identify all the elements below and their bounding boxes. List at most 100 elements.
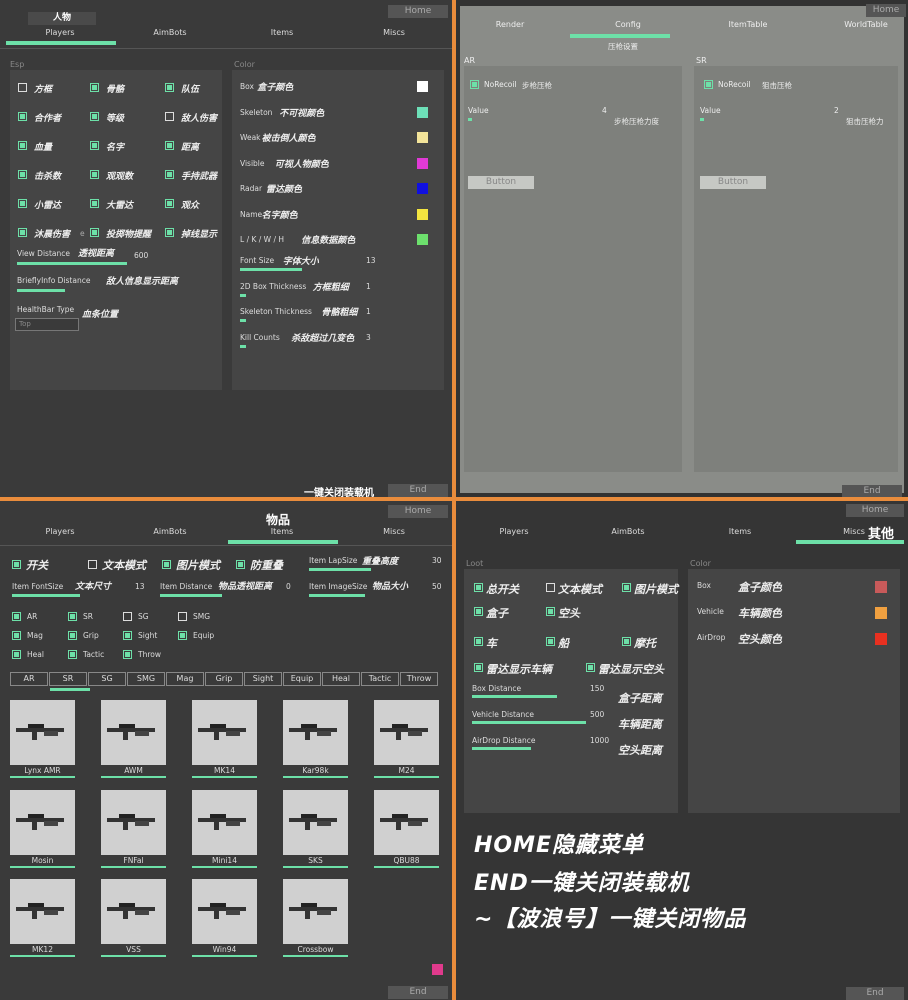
category-tab[interactable]: Sight — [244, 672, 282, 686]
home-button[interactable]: Home — [866, 4, 906, 17]
tab-itemtable[interactable]: ItemTable — [718, 20, 778, 29]
category-tab[interactable]: Mag — [166, 672, 204, 686]
accent-swatch[interactable] — [432, 964, 443, 975]
end-button[interactable]: End — [846, 987, 904, 1000]
imagesize-slider[interactable] — [309, 594, 365, 597]
weapon-enable-bar[interactable] — [374, 776, 439, 778]
esp-checkbox[interactable] — [18, 170, 27, 179]
color-swatch[interactable] — [875, 581, 887, 593]
category-checkbox[interactable] — [178, 631, 187, 640]
weapon-enable-bar[interactable] — [101, 776, 166, 778]
weapon-card[interactable] — [192, 700, 257, 765]
weapon-card[interactable] — [283, 879, 348, 944]
weapon-enable-bar[interactable] — [10, 866, 75, 868]
esp-checkbox[interactable] — [165, 83, 174, 92]
esp-checkbox[interactable] — [165, 112, 174, 121]
weapon-card[interactable] — [374, 700, 439, 765]
color-swatch[interactable] — [417, 132, 428, 143]
esp-checkbox[interactable] — [90, 141, 99, 150]
esp-checkbox[interactable] — [90, 170, 99, 179]
mode-checkbox[interactable] — [12, 560, 21, 569]
tab-players[interactable]: Players — [38, 527, 82, 536]
color-swatch[interactable] — [417, 208, 428, 220]
mode-checkbox[interactable] — [162, 560, 171, 569]
category-checkbox[interactable] — [12, 631, 21, 640]
esp-checkbox[interactable] — [18, 83, 27, 92]
esp-checkbox[interactable] — [18, 112, 27, 121]
loot-checkbox[interactable] — [586, 663, 595, 672]
color-swatch[interactable] — [875, 607, 887, 619]
briefly-distance-slider[interactable] — [17, 289, 65, 292]
color-swatch[interactable] — [417, 234, 428, 245]
esp-checkbox[interactable] — [165, 170, 174, 179]
weapon-card[interactable] — [283, 790, 348, 855]
esp-checkbox[interactable] — [90, 228, 99, 237]
tab-aimbots[interactable]: AimBots — [148, 28, 192, 37]
distance-slider[interactable] — [472, 695, 557, 698]
tab-players[interactable]: Players — [492, 527, 536, 536]
weapon-enable-bar[interactable] — [10, 955, 75, 957]
weapon-enable-bar[interactable] — [374, 866, 439, 868]
loot-checkbox[interactable] — [474, 583, 483, 592]
category-checkbox[interactable] — [123, 612, 132, 621]
tab-config[interactable]: Config — [606, 20, 650, 29]
weapon-card[interactable] — [101, 879, 166, 944]
color-swatch[interactable] — [417, 157, 428, 169]
tab-miscs[interactable]: Miscs — [372, 28, 416, 37]
ar-value-slider[interactable] — [468, 118, 472, 121]
weapon-enable-bar[interactable] — [283, 776, 348, 778]
weapon-card[interactable] — [192, 790, 257, 855]
weapon-card[interactable] — [10, 879, 75, 944]
distance-slider[interactable] — [472, 721, 586, 724]
tab-aimbots[interactable]: AimBots — [148, 527, 192, 536]
home-button[interactable]: Home — [388, 505, 448, 518]
category-tab[interactable]: SG — [88, 672, 126, 686]
ar-norecoil-checkbox[interactable] — [470, 80, 479, 89]
ar-button[interactable]: Button — [468, 176, 534, 189]
category-tab[interactable]: AR — [10, 672, 48, 686]
tab-worldtable[interactable]: WorldTable — [836, 20, 896, 29]
distance-slider[interactable] — [160, 594, 222, 597]
esp-checkbox[interactable] — [18, 141, 27, 150]
esp-checkbox[interactable] — [90, 112, 99, 121]
tab-miscs[interactable]: Miscs — [372, 527, 416, 536]
category-tab[interactable]: SMG — [127, 672, 165, 686]
end-button[interactable]: End — [388, 986, 448, 999]
loot-checkbox[interactable] — [546, 637, 555, 646]
weapon-card[interactable] — [374, 790, 439, 855]
tab-items[interactable]: Items — [260, 527, 304, 536]
category-tab[interactable]: Heal — [322, 672, 360, 686]
weapon-card[interactable] — [101, 790, 166, 855]
home-button[interactable]: Home — [388, 5, 448, 18]
esp-checkbox[interactable] — [165, 228, 174, 237]
category-checkbox[interactable] — [12, 612, 21, 621]
tab-render[interactable]: Render — [488, 20, 532, 29]
esp-checkbox[interactable] — [90, 199, 99, 208]
color-swatch[interactable] — [417, 106, 428, 118]
esp-checkbox[interactable] — [90, 83, 99, 92]
category-checkbox[interactable] — [123, 631, 132, 640]
view-distance-slider[interactable] — [17, 262, 127, 265]
mode-checkbox[interactable] — [88, 560, 97, 569]
sr-norecoil-checkbox[interactable] — [704, 80, 713, 89]
loot-checkbox[interactable] — [622, 583, 631, 592]
weapon-enable-bar[interactable] — [101, 955, 166, 957]
weapon-card[interactable] — [101, 700, 166, 765]
color-swatch[interactable] — [417, 81, 428, 92]
slider-track[interactable] — [240, 344, 246, 348]
weapon-enable-bar[interactable] — [192, 866, 257, 868]
weapon-enable-bar[interactable] — [192, 955, 257, 957]
loot-checkbox[interactable] — [622, 637, 631, 646]
category-checkbox[interactable] — [178, 612, 187, 621]
weapon-enable-bar[interactable] — [283, 866, 348, 868]
distance-slider[interactable] — [472, 747, 531, 750]
weapon-card[interactable] — [283, 700, 348, 765]
tab-items[interactable]: Items — [260, 28, 304, 37]
loot-checkbox[interactable] — [474, 663, 483, 672]
category-checkbox[interactable] — [68, 650, 77, 659]
sr-button[interactable]: Button — [700, 176, 766, 189]
slider-track[interactable] — [240, 268, 302, 271]
esp-checkbox[interactable] — [18, 228, 27, 237]
fontsize-slider[interactable] — [12, 594, 80, 597]
category-tab[interactable]: Grip — [205, 672, 243, 686]
